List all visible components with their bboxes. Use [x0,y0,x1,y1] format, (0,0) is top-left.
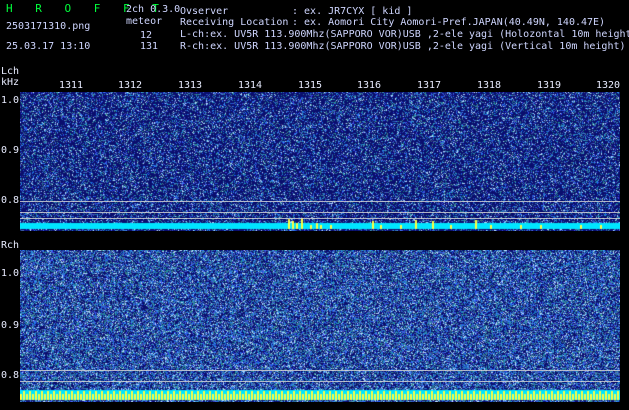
location-label: Receiving Location [180,17,289,28]
time-tick: 1319 [537,80,562,91]
lch-ref-line [20,201,620,202]
rch-channel-label: Rch [1,240,20,251]
lch-waterfall-canvas [20,92,620,231]
rch-ytick: 0.9 [1,320,20,331]
rch-ytick: 1.0 [1,268,20,279]
location-value: : ex. Aomori City Aomori-Pref.JAPAN(40.4… [292,17,606,28]
rch-ref-line [20,370,620,371]
time-tick: 1315 [298,80,323,91]
rch-count: 131 [140,41,159,52]
lch-ytick: 0.8 [1,195,20,206]
time-tick: 1312 [118,80,143,91]
rch-spectrogram [20,250,620,402]
time-tick: 1320 [596,80,621,91]
rch-ref-line [20,381,620,382]
time-tick: 1318 [477,80,502,91]
mode-label: 2ch 0.3.0 [126,4,181,15]
lch-ref-line [20,212,620,213]
lch-unit-label: kHz [1,77,20,88]
rch-info: R-ch:ex. UV5R 113.900Mhz(SAPPORO VOR)USB… [180,41,626,52]
time-tick: 1314 [238,80,263,91]
lch-info: L-ch:ex. UV5R 113.900Mhz(SAPPORO VOR)USB… [180,29,629,40]
rch-waterfall-canvas [20,250,620,402]
rch-ytick: 0.8 [1,370,20,381]
filename-label: 2503171310.png [6,21,91,32]
mode-sub-label: meteor [126,16,163,27]
lch-spectrogram [20,92,620,231]
lch-ytick: 0.9 [1,145,20,156]
time-tick: 1311 [59,80,84,91]
time-tick: 1317 [417,80,442,91]
time-tick: 1313 [178,80,203,91]
lch-ref-line [20,218,620,219]
lch-ytick: 1.0 [1,95,20,106]
time-tick: 1316 [357,80,382,91]
datetime-label: 25.03.17 13:10 [6,41,91,52]
